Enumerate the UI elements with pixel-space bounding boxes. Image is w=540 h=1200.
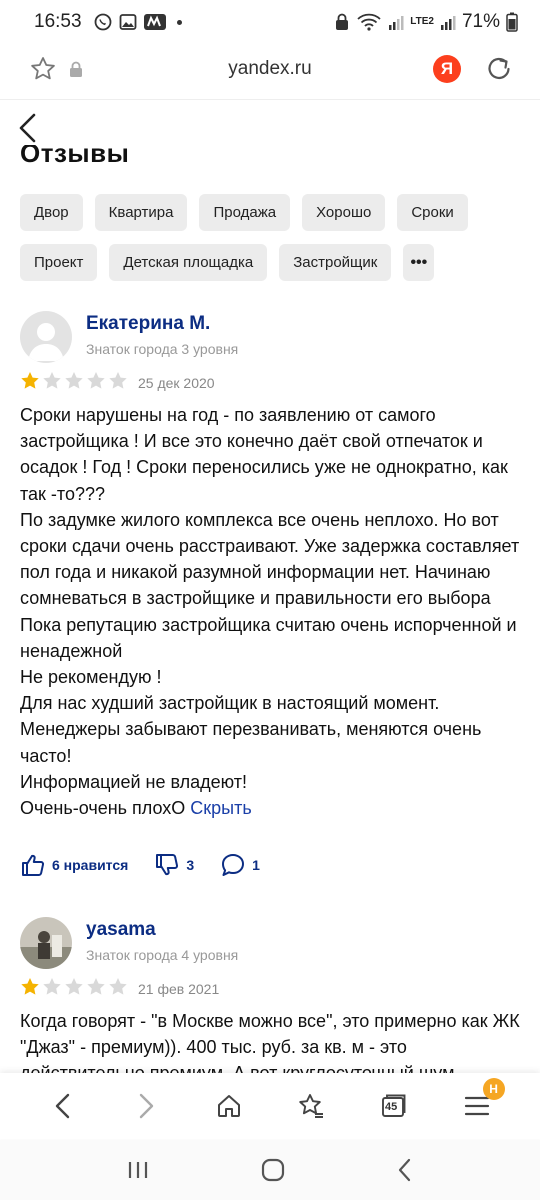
avatar[interactable] — [20, 917, 72, 969]
menu-badge: H — [482, 1078, 505, 1100]
comment-icon — [222, 854, 245, 876]
star-empty-icon — [65, 978, 83, 995]
review-text: Когда говорят - "в Москве можно все", эт… — [20, 1011, 520, 1073]
nav-home-button[interactable] — [207, 1084, 251, 1128]
more-chips-button[interactable]: ••• — [403, 244, 435, 281]
chip-proekt[interactable]: Проект — [20, 244, 98, 281]
review-date: 25 дек 2020 — [138, 375, 215, 391]
review-date: 21 фев 2021 — [138, 981, 220, 997]
yandex-logo-button[interactable]: Я — [433, 55, 461, 83]
battery-icon — [506, 12, 518, 32]
star-empty-icon — [109, 372, 127, 389]
star-empty-icon — [65, 372, 83, 389]
review-text: Сроки нарушены на год - по заявлению от … — [20, 405, 520, 819]
nav-bookmarks-button[interactable] — [289, 1084, 333, 1128]
whatsapp-icon — [94, 13, 111, 31]
like-count: 6 нравится — [52, 857, 129, 873]
signal-icon-2 — [440, 16, 456, 30]
yandex-logo-letter: Я — [440, 59, 454, 78]
chip-horosho[interactable]: Хорошо — [302, 194, 386, 231]
network-label: LTE2 — [410, 16, 434, 27]
star-empty-icon — [43, 978, 61, 995]
gallery-icon — [119, 14, 136, 30]
review-card: Екатерина М. Знаток города 3 уровня 25 д… — [20, 311, 525, 881]
dislike-count: 3 — [186, 857, 195, 873]
nav-back-button[interactable] — [41, 1084, 85, 1128]
back-arrow-icon[interactable] — [16, 112, 40, 144]
thumbs-down-icon — [156, 853, 179, 876]
divider — [0, 99, 540, 100]
hamburger-menu-icon — [464, 1096, 489, 1116]
browser-address-bar: yandex.ru Я — [0, 44, 540, 96]
battery-percent: 71% — [461, 11, 500, 32]
chevron-left-icon — [56, 1093, 70, 1119]
star-filled-icon — [21, 372, 39, 389]
tabs-count: 45 — [384, 1101, 398, 1113]
author-level: Знаток города 3 уровня — [86, 341, 239, 357]
recent-apps-icon[interactable] — [125, 1159, 151, 1181]
wifi-icon — [357, 13, 381, 31]
nav-menu-button[interactable]: H — [455, 1078, 505, 1128]
android-navigation-bar — [0, 1140, 540, 1200]
status-time: 16:53 — [34, 11, 82, 32]
url-text[interactable]: yandex.ru — [228, 58, 311, 79]
star-empty-icon — [109, 978, 127, 995]
notification-dot — [176, 19, 182, 25]
thumbs-up-icon — [22, 854, 45, 877]
review-card: yasama Знаток города 4 уровня 21 фев 202… — [20, 917, 525, 1073]
chip-dvor[interactable]: Двор — [20, 194, 83, 231]
page-title: Отзывы — [20, 145, 130, 168]
nav-tabs-button[interactable]: 45 — [372, 1084, 416, 1128]
star-empty-icon — [87, 372, 105, 389]
star-empty-icon — [87, 978, 105, 995]
system-back-icon[interactable] — [395, 1157, 415, 1183]
filter-chips: Двор Квартира Продажа Хорошо Сроки Проек… — [20, 194, 530, 294]
lock-icon — [70, 61, 82, 77]
chip-kvartira[interactable]: Квартира — [94, 194, 188, 231]
like-button[interactable]: 6 нравится — [20, 852, 128, 878]
rating-stars — [20, 977, 128, 997]
hide-link[interactable]: Скрыть — [190, 798, 251, 818]
chevron-right-icon — [139, 1093, 154, 1119]
star-list-icon — [299, 1094, 324, 1118]
rating-stars — [20, 371, 128, 391]
default-avatar-icon — [20, 311, 72, 363]
dislike-button[interactable]: 3 — [154, 852, 194, 878]
chip-detskaya-ploshchadka[interactable]: Детская площадка — [109, 244, 268, 281]
star-filled-icon — [21, 978, 39, 995]
review-actions: 6 нравится 3 1 — [20, 852, 286, 878]
home-icon — [217, 1095, 240, 1117]
comment-button[interactable]: 1 — [220, 852, 260, 878]
author-name[interactable]: Екатерина М. — [86, 313, 210, 335]
browser-bottom-nav: 45 H — [0, 1073, 540, 1139]
comment-count: 1 — [252, 857, 260, 873]
reload-icon[interactable] — [485, 55, 513, 83]
alarm-lock-icon — [336, 13, 349, 30]
signal-icon — [389, 16, 404, 30]
author-level: Знаток города 4 уровня — [86, 947, 239, 963]
chip-prodazha[interactable]: Продажа — [199, 194, 291, 231]
user-photo-avatar — [20, 917, 72, 969]
star-empty-icon — [43, 372, 61, 389]
status-bar: 16:53 LTE2 71% — [0, 0, 540, 44]
nav-forward-button[interactable] — [124, 1084, 168, 1128]
home-circle-icon[interactable] — [260, 1157, 286, 1183]
chip-zastroyshchik[interactable]: Застройщик — [279, 244, 392, 281]
avatar[interactable] — [20, 311, 72, 363]
author-name[interactable]: yasama — [86, 919, 156, 941]
app-m-icon — [143, 14, 166, 30]
chip-sroki[interactable]: Сроки — [397, 194, 468, 231]
bookmark-star-icon[interactable] — [30, 56, 56, 82]
